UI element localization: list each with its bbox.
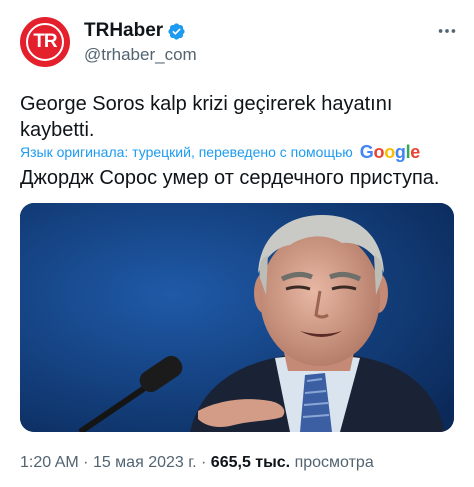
tweet-photo[interactable] bbox=[20, 203, 454, 432]
views-label: просмотра bbox=[294, 454, 374, 471]
display-name[interactable]: TRHaber bbox=[84, 20, 163, 42]
tweet-header: TR TRHaber @trhaber_com bbox=[20, 17, 460, 73]
avatar-logo-text: TR bbox=[33, 31, 57, 52]
translation-note: Язык оригинала: турецкий, переведено с п… bbox=[20, 144, 353, 160]
tweet-date[interactable]: 15 мая 2023 г. bbox=[93, 454, 197, 471]
handle[interactable]: @trhaber_com bbox=[84, 45, 197, 65]
verified-badge-icon bbox=[168, 22, 185, 40]
meta-separator: · bbox=[201, 454, 207, 471]
translated-text: Джордж Сорос умер от сердечного приступа… bbox=[20, 167, 440, 189]
views-count[interactable]: 665,5 тыс. bbox=[211, 454, 290, 471]
meta-separator: · bbox=[83, 454, 89, 471]
tweet-meta: 1:20 AM · 15 мая 2023 г. · 665,5 тыс. пр… bbox=[20, 454, 374, 472]
name-row: TRHaber bbox=[84, 20, 186, 42]
avatar[interactable]: TR bbox=[20, 17, 70, 67]
translation-note-row[interactable]: Язык оригинала: турецкий, переведено с п… bbox=[20, 141, 460, 162]
more-dots-icon[interactable] bbox=[436, 20, 458, 42]
photo-illustration bbox=[20, 203, 454, 432]
tweet-time[interactable]: 1:20 AM bbox=[20, 454, 79, 471]
google-logo: Google bbox=[359, 141, 421, 162]
tweet-text: George Soros kalp krizi geçirerek hayatı… bbox=[20, 93, 393, 141]
